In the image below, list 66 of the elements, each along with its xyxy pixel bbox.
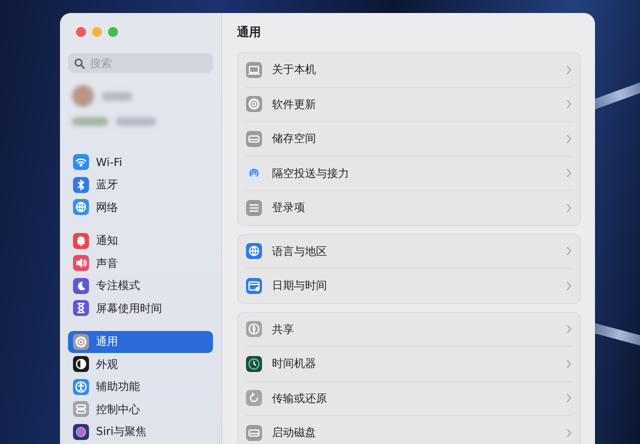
- minimize-button[interactable]: [92, 27, 102, 37]
- accessibility-icon: [73, 378, 89, 395]
- hourglass-icon: [73, 300, 89, 316]
- laptop-icon: [246, 62, 262, 78]
- wifi-icon: [73, 154, 89, 170]
- close-button[interactable]: [76, 27, 86, 37]
- restore-icon: [246, 390, 262, 406]
- settings-row[interactable]: 启动磁盘: [246, 416, 572, 444]
- window-title: 通用: [237, 24, 262, 41]
- bell-icon: [73, 232, 89, 249]
- avatar-placeholder: [72, 85, 94, 107]
- settings-row[interactable]: 储存空间: [246, 122, 572, 156]
- moon-icon: [73, 278, 89, 294]
- sidebar-item[interactable]: 辅助功能: [68, 376, 213, 398]
- chevron-right-icon: [566, 64, 572, 75]
- toggles-icon: [73, 401, 89, 418]
- compass-icon: [246, 321, 262, 338]
- settings-row[interactable]: 登录项: [246, 191, 572, 224]
- globe-icon: [73, 199, 89, 216]
- sidebar-item[interactable]: 蓝牙: [68, 174, 213, 196]
- gear-icon: [73, 334, 89, 350]
- chevron-right-icon: [566, 134, 572, 144]
- gear-icon: [246, 96, 262, 112]
- sidebar-item[interactable]: 通用: [68, 330, 213, 353]
- bluetooth-icon: [73, 176, 89, 193]
- sidebar-item[interactable]: 网络: [68, 196, 213, 218]
- airdrop-icon: [246, 165, 262, 182]
- chevron-right-icon: [566, 280, 572, 291]
- sidebar-item[interactable]: 声音: [68, 252, 213, 274]
- chevron-right-icon: [566, 246, 572, 256]
- sidebar-item[interactable]: 屏幕使用时间: [68, 297, 213, 320]
- blurred-text-placeholder: [102, 92, 132, 100]
- settings-row[interactable]: 日期与时间: [246, 269, 572, 302]
- settings-row[interactable]: 关于本机: [246, 53, 572, 88]
- chevron-right-icon: [566, 358, 572, 369]
- drive-icon: [246, 130, 262, 147]
- globe-icon: [246, 243, 262, 260]
- chevron-right-icon: [566, 202, 572, 213]
- chevron-right-icon: [566, 99, 572, 110]
- settings-row[interactable]: 传输或还原: [246, 382, 572, 416]
- settings-row[interactable]: 语言与地区: [246, 234, 572, 269]
- blurred-text-placeholder: [116, 117, 156, 126]
- sidebar-item[interactable]: 通知: [68, 230, 213, 252]
- sidebar-item[interactable]: Wi-Fi: [68, 151, 213, 174]
- chevron-right-icon: [566, 393, 572, 404]
- settings-row[interactable]: 时间机器: [246, 347, 572, 382]
- chevron-right-icon: [566, 428, 572, 438]
- chevron-right-icon: [566, 324, 572, 334]
- calendar-icon: [246, 278, 262, 294]
- orb-icon: [73, 424, 89, 440]
- settings-row[interactable]: 隔空投送与接力: [246, 156, 572, 191]
- drive-icon: [246, 424, 262, 441]
- half-circle-icon: [73, 356, 89, 372]
- zoom-button[interactable]: [108, 27, 118, 37]
- settings-row[interactable]: 软件更新: [246, 88, 572, 122]
- clock-icon: [246, 356, 262, 372]
- sidebar-item[interactable]: 专注模式: [68, 274, 213, 297]
- blurred-text-placeholder: [72, 117, 108, 126]
- chevron-right-icon: [566, 168, 572, 178]
- search-field[interactable]: 搜索: [68, 53, 213, 73]
- settings-row[interactable]: 共享: [246, 312, 572, 347]
- sidebar-item[interactable]: 外观: [68, 353, 213, 376]
- list-icon: [246, 200, 262, 216]
- sidebar-item[interactable]: 控制中心: [68, 398, 213, 420]
- sidebar-item[interactable]: Siri与聚焦: [68, 420, 213, 443]
- speaker-icon: [73, 255, 89, 272]
